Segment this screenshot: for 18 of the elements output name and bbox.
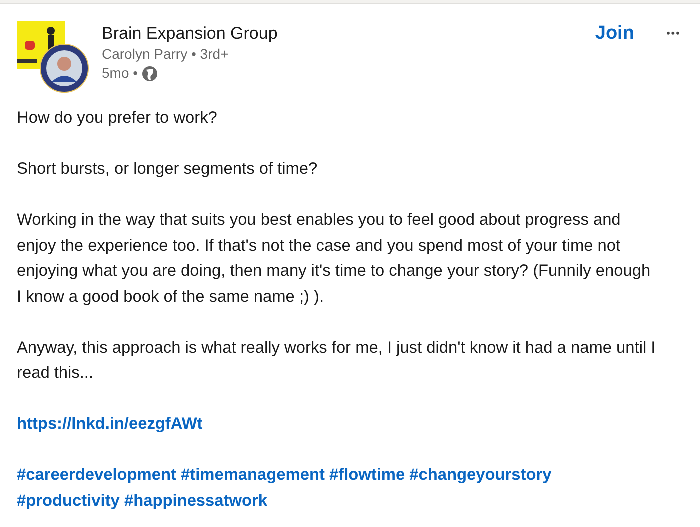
globe-icon [142, 66, 158, 82]
hashtag-link[interactable]: #productivity [17, 492, 120, 510]
join-button[interactable]: Join [587, 21, 642, 47]
more-button[interactable]: ••• [664, 21, 683, 47]
hashtag-link[interactable]: #happinessatwork [124, 492, 268, 510]
post-text: Short bursts, or longer segments of time? [17, 159, 319, 180]
avatar-icon[interactable] [40, 44, 89, 93]
hashtag-link[interactable]: #changeyourstory [410, 466, 552, 484]
post-age: 5mo • [102, 64, 138, 83]
hashtag-link[interactable]: #careerdevelopment [17, 466, 176, 484]
post-text: Anyway, this approach is what really works for me, I just didn't know it had a name until I read this... [17, 338, 657, 384]
hashtag-link[interactable]: #timemanagement [181, 466, 325, 484]
group-name[interactable]: Brain Expansion Group [102, 23, 588, 45]
post-text: Working in the way that suits you best enables you to feel good about progress and enjoy the experience too. If that's not the case and you spend most of your time not enjoying what you are doing, then many it's time to change your story? (Funnily enough I know a good book of the same name ;) ). [17, 210, 652, 308]
post-link[interactable]: https://lnkd.in/eezgfAWt [17, 415, 203, 433]
author-name: Carolyn Parry • 3rd+ [102, 45, 229, 64]
post-text: How do you prefer to work? [17, 108, 218, 129]
hashtag-link[interactable]: #flowtime [330, 466, 406, 484]
